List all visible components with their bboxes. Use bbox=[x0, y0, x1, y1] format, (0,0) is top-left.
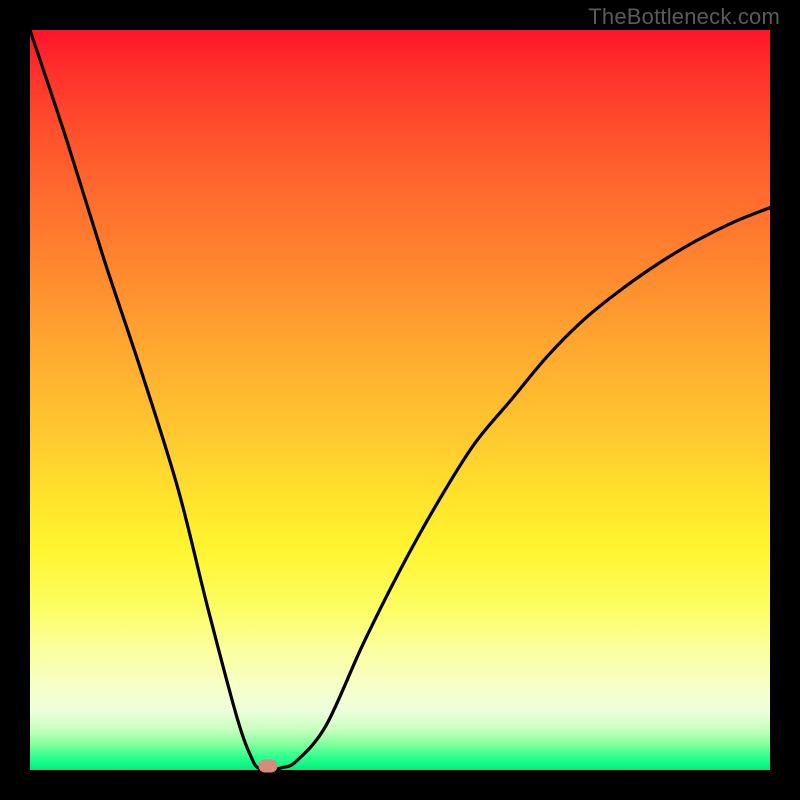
chart-frame: TheBottleneck.com bbox=[0, 0, 800, 800]
optimum-marker bbox=[259, 760, 278, 773]
bottleneck-curve bbox=[30, 30, 770, 770]
watermark-text: TheBottleneck.com bbox=[588, 4, 780, 30]
curve-layer bbox=[30, 30, 770, 770]
plot-area bbox=[30, 30, 770, 770]
